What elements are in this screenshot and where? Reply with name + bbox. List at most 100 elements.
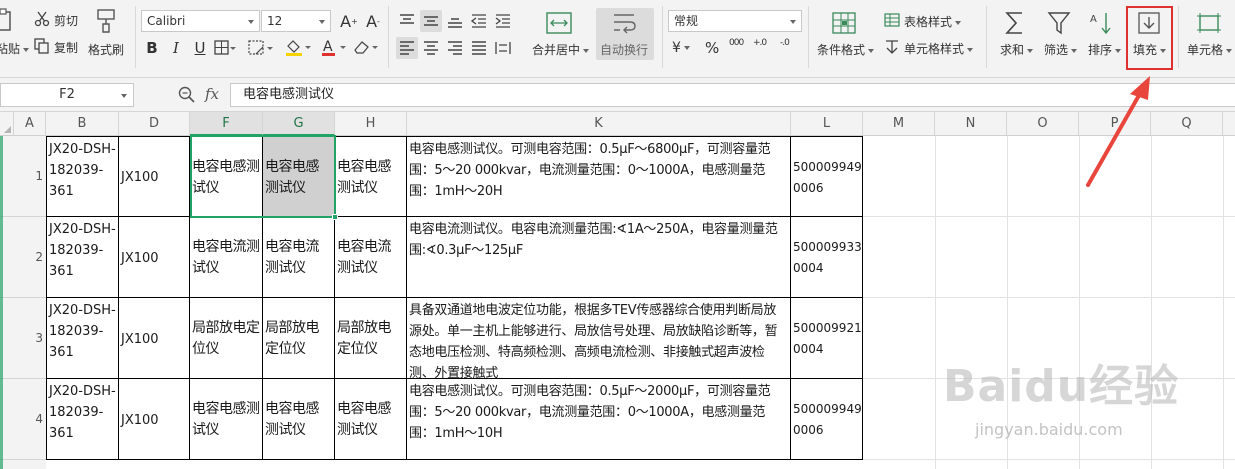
distributed-align-icon[interactable] bbox=[492, 37, 514, 59]
cells-icon[interactable] bbox=[1196, 12, 1222, 34]
cell-d1[interactable]: JX100 bbox=[119, 136, 190, 217]
font-name-select[interactable]: Calibri bbox=[141, 10, 260, 32]
cell-f2[interactable]: 电容电流测试仪 bbox=[190, 217, 263, 298]
cut-button[interactable]: 剪切 bbox=[54, 12, 78, 29]
column-header-p[interactable]: P bbox=[1079, 112, 1151, 136]
cell-h4[interactable]: 电容电感测试仪 bbox=[335, 379, 407, 460]
align-right-icon[interactable] bbox=[444, 37, 466, 59]
cell-b4[interactable]: JX20-DSH-182039-361 bbox=[46, 379, 119, 460]
name-box[interactable]: F2 bbox=[0, 83, 134, 107]
cell-l3[interactable]: 500009921-0004 bbox=[791, 298, 863, 379]
align-top-icon[interactable] bbox=[396, 10, 418, 32]
cell-d2[interactable]: JX100 bbox=[119, 217, 190, 298]
row-header-4[interactable]: 4 bbox=[0, 379, 46, 460]
italic-button[interactable]: I bbox=[165, 37, 187, 59]
column-header-l[interactable]: L bbox=[791, 112, 863, 136]
wrap-text-button[interactable]: 自动换行 bbox=[596, 8, 654, 60]
paste-button[interactable]: 粘贴 bbox=[0, 40, 30, 57]
align-left-icon[interactable] bbox=[396, 37, 418, 59]
column-header-a[interactable]: A bbox=[14, 112, 46, 136]
filter-icon[interactable] bbox=[1047, 10, 1071, 36]
cell-k3[interactable]: 具备双通道地电波定位功能，根据多TEV传感器综合使用判断局放源处。单一主机上能够… bbox=[407, 298, 791, 379]
cell-f3[interactable]: 局部放电定位仪 bbox=[190, 298, 263, 379]
cell-k2[interactable]: 电容电流测试仪。电容电流测量范围:∢1A～250A，电容量测量范围:∢0.3μF… bbox=[407, 217, 791, 298]
row-header-2[interactable]: 2 bbox=[0, 217, 46, 298]
cell-d3[interactable]: JX100 bbox=[119, 298, 190, 379]
currency-button[interactable]: ¥ bbox=[672, 40, 690, 56]
merge-center-icon[interactable] bbox=[546, 12, 572, 34]
underline-button[interactable]: U bbox=[189, 37, 211, 59]
cell-b3[interactable]: JX20-DSH-182039-361 bbox=[46, 298, 119, 379]
conditional-format-button[interactable]: 条件格式 bbox=[817, 41, 875, 58]
cell-b2[interactable]: JX20-DSH-182039-361 bbox=[46, 217, 119, 298]
column-header-f[interactable]: F bbox=[190, 112, 263, 136]
column-header-o[interactable]: O bbox=[1007, 112, 1079, 136]
cell-l1[interactable]: 500009949-0006 bbox=[791, 136, 863, 217]
column-header-g[interactable]: G bbox=[263, 112, 335, 136]
conditional-format-icon[interactable] bbox=[832, 12, 856, 34]
increase-decimal-button[interactable]: +.0 bbox=[753, 38, 767, 48]
column-header-d[interactable]: D bbox=[119, 112, 190, 136]
decrease-decimal-button[interactable]: -.0 bbox=[780, 38, 790, 48]
cell-f1[interactable]: 电容电感测试仪 bbox=[190, 136, 263, 217]
font-color-icon[interactable]: A bbox=[320, 38, 350, 56]
font-size-select[interactable]: 12 bbox=[261, 10, 331, 32]
merge-center-button[interactable]: 合并居中 bbox=[532, 41, 590, 58]
formula-input[interactable]: 电容电感测试仪 bbox=[230, 83, 1235, 107]
bold-button[interactable]: B bbox=[141, 37, 163, 59]
cell-b1[interactable]: JX20-DSH-182039-361 bbox=[46, 136, 119, 217]
cell-k1[interactable]: 电容电感测试仪。可测电容范围：0.5μF～6800μF，可测容量范围：5～20 … bbox=[407, 136, 791, 217]
font-grow-button[interactable]: A + bbox=[338, 10, 360, 32]
cell-k4[interactable]: 电容电感测试仪。可测电容范围：0.5μF～2000μF，可测容量范围：5～20 … bbox=[407, 379, 791, 460]
column-header-k[interactable]: K bbox=[407, 112, 791, 136]
thousands-button[interactable]: 000 bbox=[729, 38, 744, 48]
fill-color-icon[interactable] bbox=[284, 38, 314, 56]
sum-icon[interactable] bbox=[1004, 10, 1026, 36]
cell-g1[interactable]: 电容电感测试仪 bbox=[263, 136, 335, 217]
cell-h3[interactable]: 局部放电定位仪 bbox=[335, 298, 407, 379]
scissors-icon[interactable] bbox=[34, 11, 50, 27]
cell-h2[interactable]: 电容电流测试仪 bbox=[335, 217, 407, 298]
clear-format-icon[interactable] bbox=[352, 38, 382, 56]
align-middle-icon[interactable] bbox=[420, 10, 442, 32]
cells-button[interactable]: 单元格 bbox=[1187, 41, 1233, 58]
fx-button[interactable]: fx bbox=[205, 85, 219, 103]
column-header-b[interactable]: B bbox=[46, 112, 119, 136]
cell-d4[interactable]: JX100 bbox=[119, 379, 190, 460]
indent-decrease-icon[interactable] bbox=[468, 10, 490, 32]
align-center-icon[interactable] bbox=[420, 37, 442, 59]
zoom-icon[interactable] bbox=[178, 86, 196, 104]
column-header-h[interactable]: H bbox=[335, 112, 407, 136]
format-painter-icon[interactable] bbox=[95, 8, 117, 34]
cell-style-icon[interactable] bbox=[884, 39, 900, 55]
cell-h1[interactable]: 电容电感测试仪 bbox=[335, 136, 407, 217]
indent-increase-icon[interactable] bbox=[492, 10, 514, 32]
align-bottom-icon[interactable] bbox=[444, 10, 466, 32]
sort-icon[interactable]: A bbox=[1090, 10, 1114, 36]
filter-button[interactable]: 筛选 bbox=[1044, 41, 1078, 58]
font-shrink-button[interactable]: A- bbox=[362, 10, 384, 32]
cell-g4[interactable]: 电容电感测试仪 bbox=[263, 379, 335, 460]
format-painter-button[interactable]: 格式刷 bbox=[88, 41, 124, 58]
column-header-m[interactable]: M bbox=[863, 112, 935, 136]
column-header-q[interactable]: Q bbox=[1151, 112, 1223, 136]
cell-format-icon[interactable] bbox=[248, 40, 276, 56]
cell-f4[interactable]: 电容电感测试仪 bbox=[190, 379, 263, 460]
border-icon[interactable] bbox=[214, 40, 236, 56]
cell-g2[interactable]: 电容电流测试仪 bbox=[263, 217, 335, 298]
cell-style-button[interactable]: 单元格样式 bbox=[904, 40, 974, 57]
paste-icon[interactable] bbox=[0, 8, 14, 32]
sum-button[interactable]: 求和 bbox=[1000, 41, 1034, 58]
number-format-select[interactable]: 常规 bbox=[668, 10, 802, 32]
cell-l2[interactable]: 500009933-0004 bbox=[791, 217, 863, 298]
row-header-3[interactable]: 3 bbox=[0, 298, 46, 379]
copy-button[interactable]: 复制 bbox=[54, 39, 78, 56]
row-header-1[interactable]: 1 bbox=[0, 136, 46, 217]
cell-l4[interactable]: 500009949-0006 bbox=[791, 379, 863, 460]
sort-button[interactable]: 排序 bbox=[1088, 41, 1122, 58]
table-style-button[interactable]: 表格样式 bbox=[904, 13, 962, 30]
table-style-icon[interactable] bbox=[884, 13, 900, 27]
percent-button[interactable]: % bbox=[705, 39, 719, 57]
select-all-corner[interactable] bbox=[0, 112, 14, 136]
column-header-n[interactable]: N bbox=[935, 112, 1007, 136]
